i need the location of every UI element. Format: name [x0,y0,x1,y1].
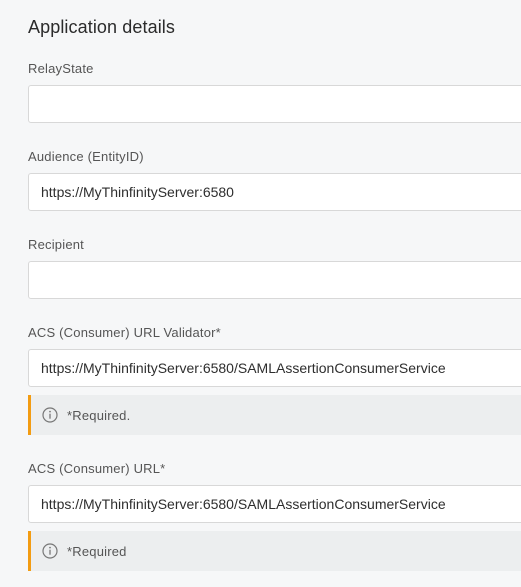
acs-validator-notice-text: *Required. [67,407,131,423]
acs-validator-label: ACS (Consumer) URL Validator* [28,325,221,340]
acs-validator-required-notice: *Required. [28,395,521,435]
acs-url-required-notice: *Required [28,531,521,571]
section-title: Application details [28,17,175,37]
recipient-label: Recipient [28,237,84,252]
recipient-input[interactable] [28,261,521,299]
acs-validator-input[interactable] [28,349,521,387]
application-details-panel: Application details RelayState Audience … [0,0,521,587]
audience-label: Audience (EntityID) [28,149,144,164]
relay-state-label: RelayState [28,61,94,76]
acs-url-input[interactable] [28,485,521,523]
info-circle-icon [42,543,58,559]
relay-state-input[interactable] [28,85,521,123]
acs-url-label: ACS (Consumer) URL* [28,461,166,476]
acs-url-notice-text: *Required [67,543,127,559]
info-circle-icon [42,407,58,423]
audience-input[interactable] [28,173,521,211]
